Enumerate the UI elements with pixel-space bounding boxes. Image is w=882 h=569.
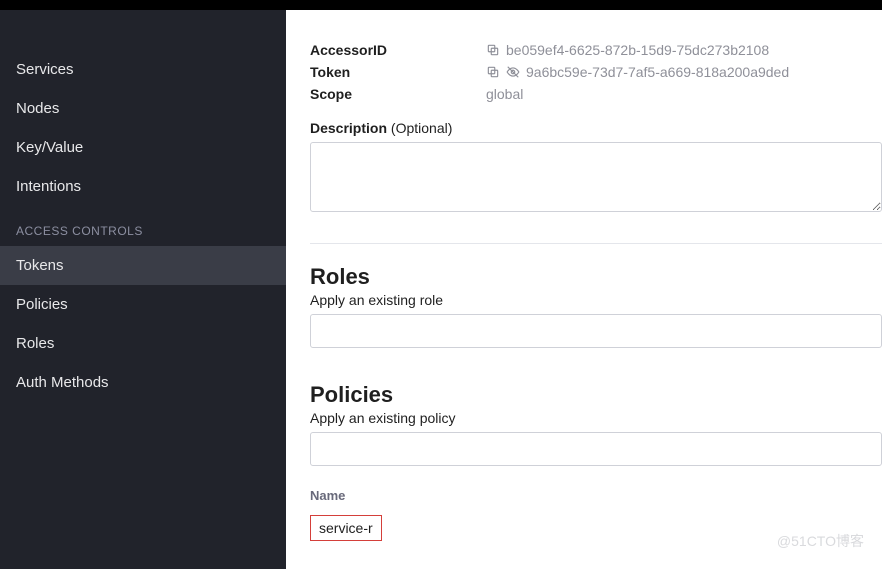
- sidebar-item-tokens[interactable]: Tokens: [0, 246, 286, 285]
- token-label: Token: [310, 64, 486, 80]
- top-bar: [0, 0, 882, 10]
- sidebar-item-intentions[interactable]: Intentions: [0, 167, 286, 206]
- sidebar-item-auth-methods[interactable]: Auth Methods: [0, 363, 286, 402]
- policies-input[interactable]: [310, 432, 882, 466]
- policies-title: Policies: [310, 382, 882, 408]
- token-value: 9a6bc59e-73d7-7af5-a669-818a200a9ded: [526, 64, 789, 80]
- name-label: Name: [310, 488, 882, 503]
- sidebar-item-key-value[interactable]: Key/Value: [0, 128, 286, 167]
- roles-title: Roles: [310, 264, 882, 290]
- sidebar-item-services[interactable]: Services: [0, 50, 286, 89]
- policy-name-value[interactable]: service-r: [310, 515, 382, 541]
- description-input[interactable]: [310, 142, 882, 212]
- accessor-id-label: AccessorID: [310, 42, 486, 58]
- watermark: @51CTO博客: [777, 531, 864, 551]
- eye-off-icon[interactable]: [506, 65, 520, 79]
- sidebar-section-access-controls: ACCESS CONTROLS: [0, 206, 286, 246]
- copy-icon[interactable]: [486, 65, 500, 79]
- scope-label: Scope: [310, 86, 486, 102]
- sidebar-item-nodes[interactable]: Nodes: [0, 89, 286, 128]
- divider: [310, 243, 882, 244]
- sidebar-item-policies[interactable]: Policies: [0, 285, 286, 324]
- sidebar-item-roles[interactable]: Roles: [0, 324, 286, 363]
- accessor-id-value: be059ef4-6625-872b-15d9-75dc273b2108: [506, 42, 769, 58]
- policies-subtitle: Apply an existing policy: [310, 410, 882, 426]
- roles-subtitle: Apply an existing role: [310, 292, 882, 308]
- main-content: AccessorID be059ef4-6625-872b-15d9-75dc2…: [286, 10, 882, 569]
- scope-value: global: [486, 86, 523, 102]
- roles-input[interactable]: [310, 314, 882, 348]
- sidebar: Services Nodes Key/Value Intentions ACCE…: [0, 10, 286, 569]
- copy-icon[interactable]: [486, 43, 500, 57]
- description-optional: (Optional): [391, 120, 452, 136]
- description-label: Description (Optional): [310, 120, 882, 136]
